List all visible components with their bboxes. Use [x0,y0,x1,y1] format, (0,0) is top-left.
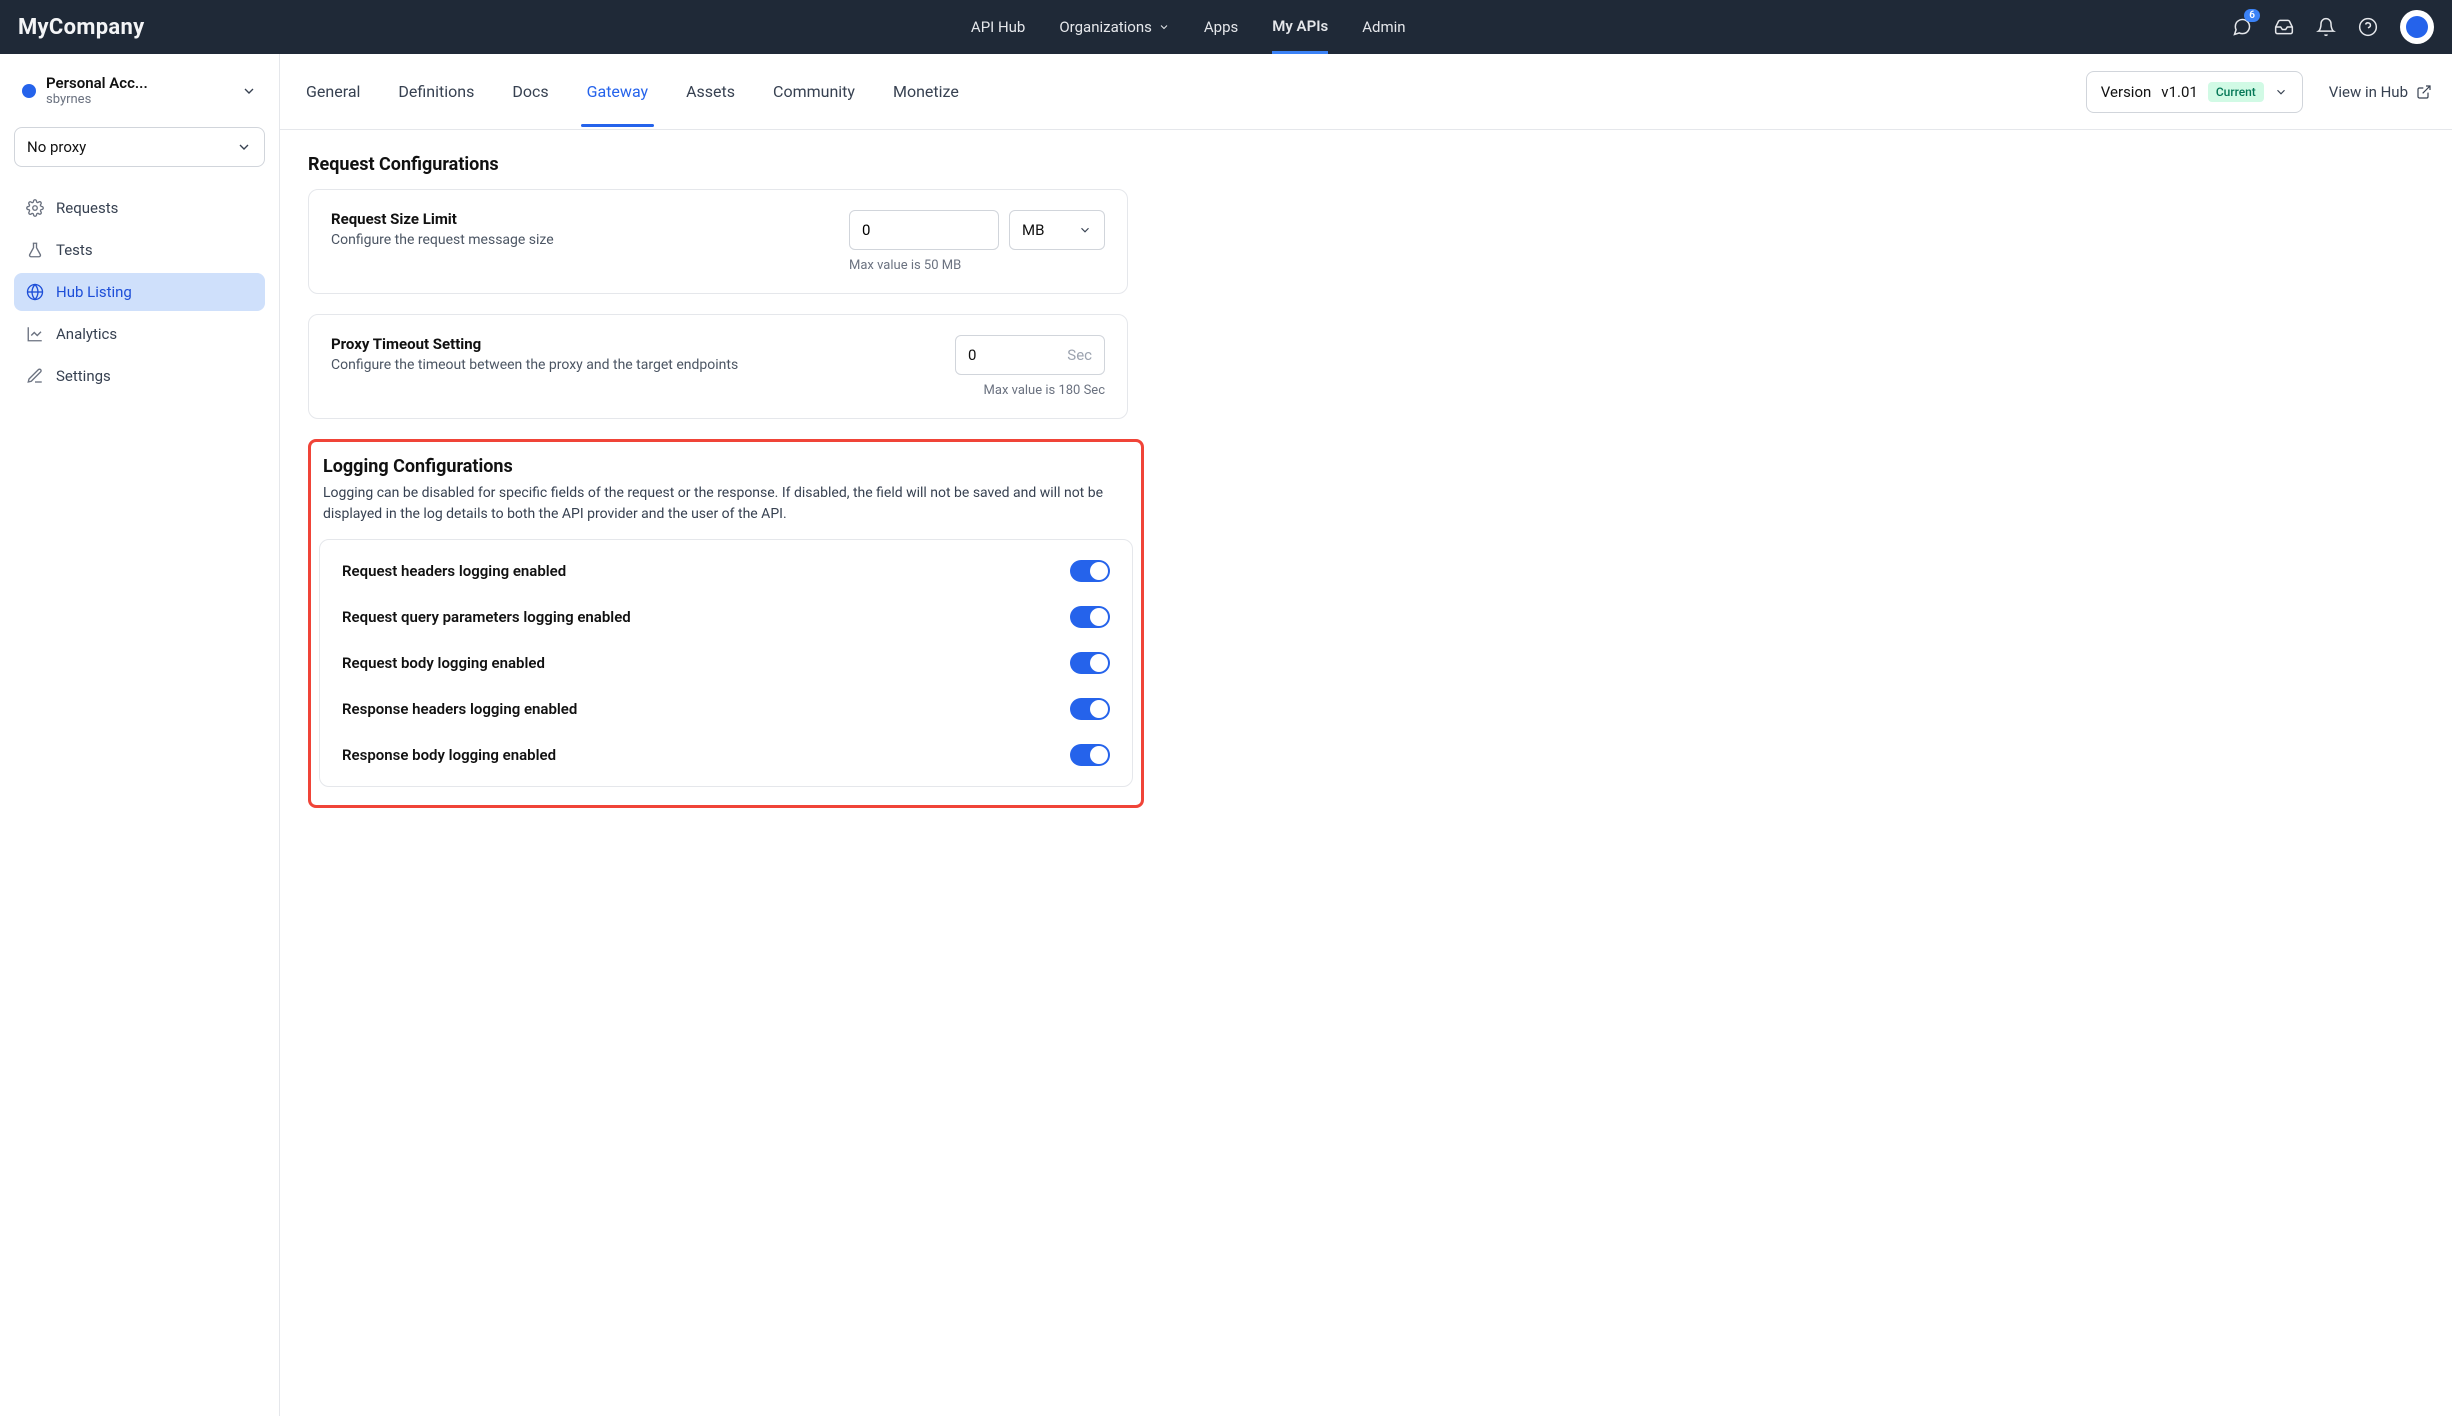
sidebar-item-tests[interactable]: Tests [14,231,265,269]
chevron-down-icon [236,139,252,155]
chevron-down-icon [1158,21,1170,33]
brand-logo[interactable]: MyCompany [18,15,144,40]
flask-icon [26,241,44,259]
toggle-label-res-headers: Response headers logging enabled [342,700,577,718]
notifications-badge: 6 [2244,9,2260,22]
toggle-row-res-body: Response body logging enabled [342,732,1110,778]
nav-apps[interactable]: Apps [1204,2,1238,52]
request-size-desc: Configure the request message size [331,232,554,248]
sidebar-item-label: Analytics [56,325,117,343]
chevron-down-icon [2274,85,2288,99]
tab-assets[interactable]: Assets [680,56,741,127]
toggle-switch-res-headers[interactable] [1070,698,1110,720]
tab-monetize[interactable]: Monetize [887,56,965,127]
inbox-icon[interactable] [2274,17,2294,37]
topbar-actions: 6 [2232,10,2434,44]
main-panel: General Definitions Docs Gateway Assets … [280,54,2452,1416]
tab-gateway[interactable]: Gateway [581,56,655,127]
toggle-switch-res-body[interactable] [1070,744,1110,766]
tab-community[interactable]: Community [767,56,861,127]
topbar: MyCompany API Hub Organizations Apps My … [0,0,2452,54]
view-in-hub-link[interactable]: View in Hub [2329,83,2432,101]
proxy-timeout-value: 0 [968,346,976,364]
sidebar: Personal Acc... sbyrnes No proxy Request… [0,54,280,1416]
proxy-timeout-label: Proxy Timeout Setting [331,335,738,353]
toggle-row-res-headers: Response headers logging enabled [342,686,1110,732]
toggle-label-res-body: Response body logging enabled [342,746,556,764]
proxy-selector[interactable]: No proxy [14,127,265,167]
toggle-label-req-query: Request query parameters logging enabled [342,608,631,626]
nav-api-hub[interactable]: API Hub [971,2,1025,52]
version-badge: Current [2208,82,2264,102]
bell-icon[interactable] [2316,17,2336,37]
sidebar-item-label: Requests [56,199,118,217]
pencil-icon [26,367,44,385]
sidebar-item-label: Hub Listing [56,283,132,301]
request-size-label: Request Size Limit [331,210,554,228]
logging-highlight-box: Logging Configurations Logging can be di… [308,439,1144,808]
nav-organizations-label: Organizations [1059,18,1152,36]
proxy-timeout-help: Max value is 180 Sec [955,383,1105,398]
chevron-down-icon [1078,223,1092,237]
proxy-timeout-desc: Configure the timeout between the proxy … [331,357,738,373]
version-selector[interactable]: Version v1.01 Current [2086,71,2303,113]
nav-my-apis[interactable]: My APIs [1272,1,1328,54]
toggle-switch-req-query[interactable] [1070,606,1110,628]
toggle-label-req-headers: Request headers logging enabled [342,562,566,580]
version-value: v1.01 [2161,83,2198,101]
sidebar-item-analytics[interactable]: Analytics [14,315,265,353]
proxy-timeout-suffix: Sec [1067,346,1092,364]
tab-general[interactable]: General [300,56,366,127]
sidebar-item-settings[interactable]: Settings [14,357,265,395]
tab-definitions[interactable]: Definitions [392,56,480,127]
version-prefix: Version [2101,83,2152,101]
sidebar-item-requests[interactable]: Requests [14,189,265,227]
globe-icon [26,283,44,301]
sidebar-item-label: Tests [56,241,93,259]
proxy-selector-label: No proxy [27,138,86,156]
chart-icon [26,325,44,343]
nav-organizations[interactable]: Organizations [1059,2,1170,52]
account-user: sbyrnes [46,92,231,107]
request-size-input[interactable] [849,210,999,250]
gear-icon [26,199,44,217]
chevron-down-icon [241,83,257,99]
tab-docs[interactable]: Docs [506,56,554,127]
help-icon[interactable] [2358,17,2378,37]
toggle-switch-req-body[interactable] [1070,652,1110,674]
top-nav: API Hub Organizations Apps My APIs Admin [971,1,1406,54]
request-size-unit-select[interactable]: MB [1009,210,1105,250]
request-size-help: Max value is 50 MB [849,258,1105,273]
proxy-timeout-input[interactable]: 0 Sec [955,335,1105,375]
logging-desc: Logging can be disabled for specific fie… [319,483,1133,525]
account-switcher[interactable]: Personal Acc... sbyrnes [14,68,265,113]
toggle-row-req-body: Request body logging enabled [342,640,1110,686]
card-request-size: Request Size Limit Configure the request… [308,189,1128,294]
section-title-logging: Logging Configurations [323,456,1133,477]
section-title-request-config: Request Configurations [308,154,2424,175]
account-icon [22,84,36,98]
toggle-label-req-body: Request body logging enabled [342,654,545,672]
toggle-row-req-headers: Request headers logging enabled [342,548,1110,594]
request-size-unit-label: MB [1022,221,1044,239]
logging-toggle-card: Request headers logging enabled Request … [319,539,1133,787]
comments-icon[interactable]: 6 [2232,17,2252,37]
nav-admin[interactable]: Admin [1362,2,1405,52]
toggle-row-req-query: Request query parameters logging enabled [342,594,1110,640]
sidebar-item-label: Settings [56,367,111,385]
view-in-hub-label: View in Hub [2329,83,2408,101]
tabs-bar: General Definitions Docs Gateway Assets … [280,54,2452,130]
account-name: Personal Acc... [46,74,231,92]
toggle-switch-req-headers[interactable] [1070,560,1110,582]
external-link-icon [2416,84,2432,100]
avatar[interactable] [2400,10,2434,44]
card-proxy-timeout: Proxy Timeout Setting Configure the time… [308,314,1128,419]
sidebar-item-hub-listing[interactable]: Hub Listing [14,273,265,311]
